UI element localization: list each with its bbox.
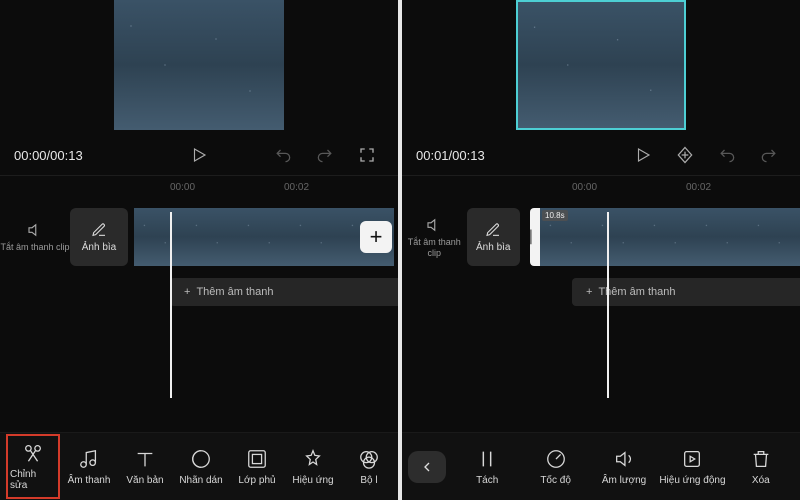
tool-label: Chỉnh sửa — [10, 469, 56, 491]
screen-right: 00:01/00:13 00:00 00:02 Tắt âm thanh cli… — [402, 0, 800, 500]
clip-frame — [134, 208, 186, 266]
tool-label: Tốc độ — [540, 475, 571, 486]
clip-handle-left[interactable]: ▏ — [530, 208, 540, 266]
tool-label: Lớp phủ — [238, 475, 275, 486]
ruler-tick: 00:02 — [686, 182, 800, 193]
clip-frame — [238, 208, 290, 266]
timeline: 00:00 00:02 Tắt âm thanh clip Ảnh bìa + — [0, 175, 398, 432]
clip-row: Tắt âm thanh clip Ảnh bìa + — [0, 198, 398, 276]
keyframe-icon[interactable] — [674, 144, 696, 166]
add-audio-label: Thêm âm thanh — [196, 286, 273, 298]
tool-label: Văn bản — [126, 475, 163, 486]
clip-row: Tắt âm thanh clip Ảnh bìa ▏ 10.8s — [402, 198, 800, 276]
mute-label: Tắt âm thanh clip — [402, 237, 467, 259]
play-controls: 00:01/00:13 — [402, 135, 800, 175]
time-display: 00:01/00:13 — [416, 148, 485, 163]
clip-duration-badge: 10.8s — [542, 210, 568, 221]
play-icon[interactable] — [632, 144, 654, 166]
mute-clip-button[interactable]: Tắt âm thanh clip — [0, 221, 70, 253]
tool-label: Bộ l — [360, 475, 377, 486]
cover-label: Ảnh bìa — [476, 242, 510, 253]
tool-speed[interactable]: Tốc độ — [522, 448, 588, 486]
preview-image — [114, 0, 284, 130]
preview-area — [0, 0, 398, 135]
back-button[interactable] — [408, 451, 446, 483]
time-ruler: 00:00 00:02 — [402, 176, 800, 198]
audio-row: + Thêm âm thanh — [402, 276, 800, 308]
fullscreen-icon[interactable] — [356, 144, 378, 166]
tool-label: Âm lượng — [602, 475, 646, 486]
tool-audio[interactable]: Âm thanh — [62, 448, 116, 486]
bottom-toolbar: Chỉnh sửa Âm thanh Văn bản Nhãn dán Lớp … — [0, 432, 398, 500]
redo-icon[interactable] — [314, 144, 336, 166]
time-display: 00:00/00:13 — [14, 148, 83, 163]
tool-filter[interactable]: Bộ l — [342, 448, 396, 486]
tool-split[interactable]: Tách — [454, 448, 520, 486]
tool-label: Nhãn dán — [179, 475, 222, 486]
preview-area — [402, 0, 800, 135]
mute-clip-button[interactable]: Tắt âm thanh clip — [402, 216, 467, 259]
tool-label: Âm thanh — [68, 475, 111, 486]
time-ruler: 00:00 00:02 — [0, 176, 398, 198]
add-clip-button[interactable]: + — [360, 221, 392, 253]
cover-label: Ảnh bìa — [82, 242, 116, 253]
tool-label: Hiệu ứng — [292, 475, 333, 486]
tool-overlay[interactable]: Lớp phủ — [230, 448, 284, 486]
ruler-tick: 00:00 — [170, 182, 284, 193]
clip-frame — [748, 208, 800, 266]
redo-icon[interactable] — [758, 144, 780, 166]
video-preview[interactable] — [114, 0, 284, 130]
clip-frame — [290, 208, 342, 266]
ruler-tick: 00:00 — [572, 182, 686, 193]
playhead[interactable] — [607, 212, 609, 398]
clip-frame — [696, 208, 748, 266]
tool-label: Tách — [476, 475, 498, 486]
play-controls: 00:00/00:13 — [0, 135, 398, 175]
undo-icon[interactable] — [272, 144, 294, 166]
screen-left: 00:00/00:13 00:00 00:02 Tắt âm thanh cli… — [0, 0, 398, 500]
add-audio-label: Thêm âm thanh — [598, 286, 675, 298]
audio-row: + Thêm âm thanh — [0, 276, 398, 308]
ruler-tick: 00:02 — [284, 182, 398, 193]
add-audio-button[interactable]: + Thêm âm thanh — [170, 278, 398, 306]
plus-icon: + — [586, 286, 592, 298]
cover-thumb-button[interactable]: Ảnh bìa — [70, 208, 128, 266]
tool-animation[interactable]: Hiệu ứng động — [659, 448, 725, 486]
cover-thumb-button[interactable]: Ảnh bìa — [467, 208, 520, 266]
clip-frame — [186, 208, 238, 266]
undo-icon[interactable] — [716, 144, 738, 166]
mute-label: Tắt âm thanh clip — [0, 242, 69, 253]
clip-strip[interactable] — [134, 208, 398, 266]
tool-volume[interactable]: Âm lượng — [591, 448, 657, 486]
timeline: 00:00 00:02 Tắt âm thanh clip Ảnh bìa ▏ … — [402, 175, 800, 432]
bottom-toolbar: Tách Tốc độ Âm lượng Hiệu ứng động Xóa — [402, 432, 800, 500]
tool-text[interactable]: Văn bản — [118, 448, 172, 486]
tool-label: Hiệu ứng động — [659, 475, 725, 486]
playhead[interactable] — [170, 212, 172, 398]
clip-frame — [592, 208, 644, 266]
preview-image — [518, 2, 684, 128]
clip-strip[interactable]: ▏ 10.8s — [530, 208, 800, 266]
video-preview[interactable] — [516, 0, 686, 130]
tool-label: Xóa — [752, 475, 770, 486]
tool-edit[interactable]: Chỉnh sửa — [6, 434, 60, 499]
clip-frame — [644, 208, 696, 266]
play-icon[interactable] — [188, 144, 210, 166]
plus-icon: + — [184, 286, 190, 298]
tool-sticker[interactable]: Nhãn dán — [174, 448, 228, 486]
tool-delete[interactable]: Xóa — [728, 448, 794, 486]
tool-effects[interactable]: Hiệu ứng — [286, 448, 340, 486]
